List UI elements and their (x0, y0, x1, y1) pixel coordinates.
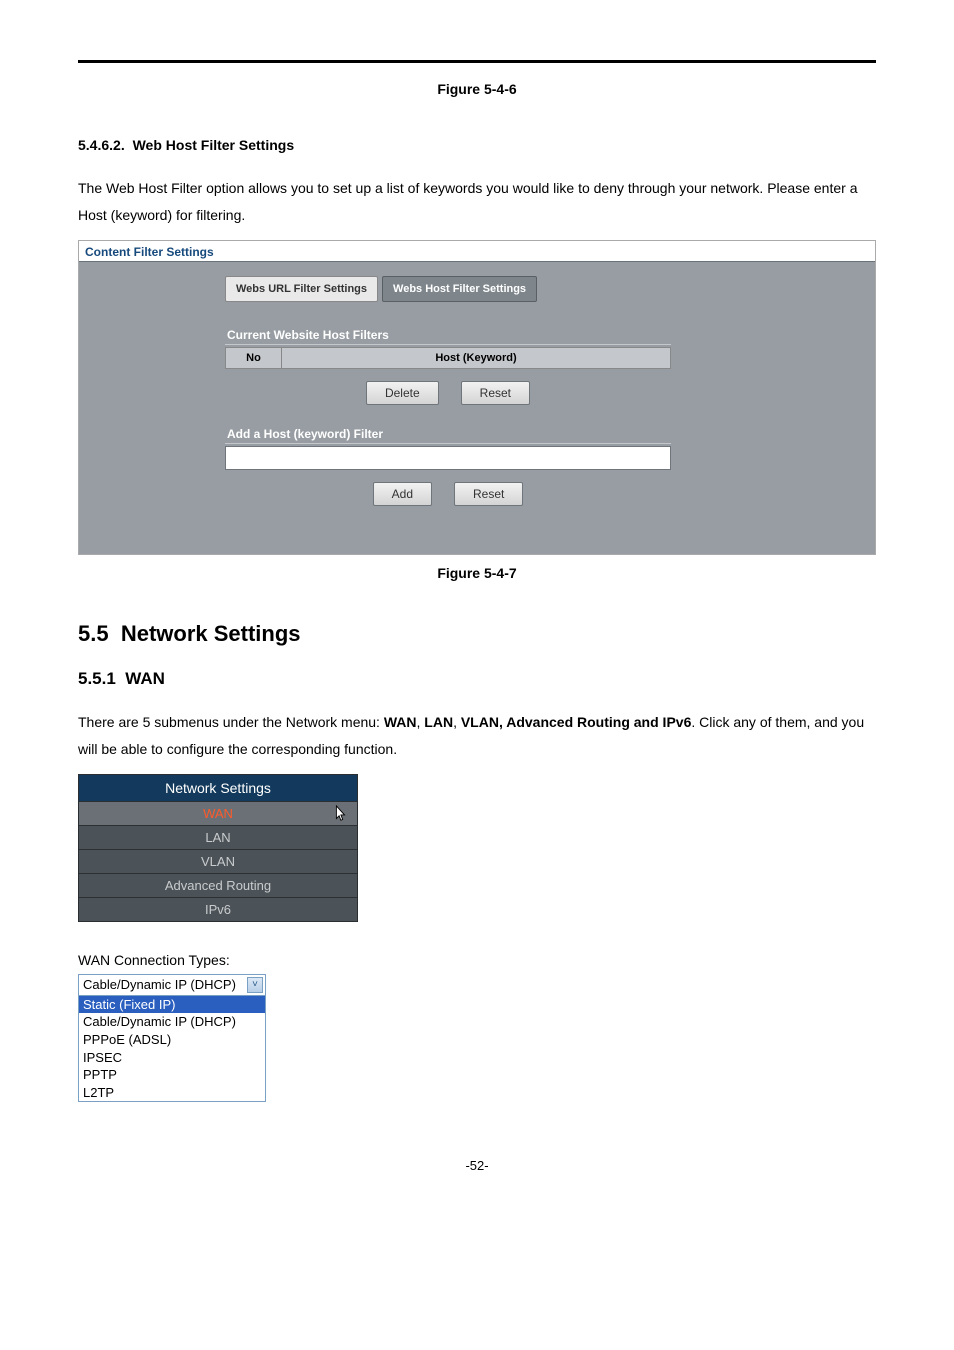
heading-5462-title: Web Host Filter Settings (133, 137, 295, 153)
menu-item-lan[interactable]: LAN (79, 825, 357, 849)
dropdown-option-pppoe[interactable]: PPPoE (ADSL) (79, 1031, 265, 1049)
dropdown-selected: Cable/Dynamic IP (DHCP) (83, 976, 236, 994)
content-filter-screenshot: Content Filter Settings Webs URL Filter … (78, 240, 876, 555)
current-host-filters-title: Current Website Host Filters (225, 328, 671, 345)
para-551-pre: There are 5 submenus under the Network m… (78, 714, 384, 730)
tab-url-filter[interactable]: Webs URL Filter Settings (225, 276, 378, 302)
wan-connection-types-label: WAN Connection Types: (78, 952, 876, 968)
add-button[interactable]: Add (373, 482, 432, 506)
bold-vlan-etc: VLAN, Advanced Routing and IPv6 (461, 714, 692, 730)
bold-lan: LAN (424, 714, 453, 730)
network-settings-header: Network Settings (79, 775, 357, 801)
heading-55-title: Network Settings (121, 621, 301, 646)
dropdown-option-pptp[interactable]: PPTP (79, 1066, 265, 1084)
network-settings-menu-screenshot: Network Settings WAN LAN VLAN Advanced R… (78, 774, 358, 922)
menu-item-wan-label: WAN (203, 806, 233, 821)
menu-item-vlan[interactable]: VLAN (79, 849, 357, 873)
menu-item-wan[interactable]: WAN (79, 801, 357, 825)
heading-551: 5.5.1 WAN (78, 669, 876, 689)
figure-caption-top: Figure 5-4-6 (78, 81, 876, 97)
table-col-host: Host (Keyword) (282, 348, 670, 368)
dropdown-option-ipsec[interactable]: IPSEC (79, 1049, 265, 1067)
dropdown-option-l2tp[interactable]: L2TP (79, 1084, 265, 1102)
menu-item-ipv6[interactable]: IPv6 (79, 897, 357, 921)
paragraph-551: There are 5 submenus under the Network m… (78, 709, 876, 762)
heading-55: 5.5 Network Settings (78, 621, 876, 647)
add-host-filter-title: Add a Host (keyword) Filter (225, 427, 671, 444)
delete-button[interactable]: Delete (366, 381, 439, 405)
heading-551-num: 5.5.1 (78, 669, 116, 688)
menu-item-advanced-routing[interactable]: Advanced Routing (79, 873, 357, 897)
host-keyword-input[interactable] (225, 446, 671, 470)
heading-5462-num: 5.4.6.2. (78, 137, 125, 153)
dropdown-option-dhcp[interactable]: Cable/Dynamic IP (DHCP) (79, 1013, 265, 1031)
reset-button-1[interactable]: Reset (461, 381, 530, 405)
table-col-no: No (226, 348, 282, 368)
figure-caption-mid: Figure 5-4-7 (78, 565, 876, 581)
wan-connection-dropdown[interactable]: Cable/Dynamic IP (DHCP) ˅ Static (Fixed … (78, 974, 266, 1102)
content-filter-label: Content Filter Settings (79, 241, 875, 262)
reset-button-2[interactable]: Reset (454, 482, 523, 506)
page-number: -52- (78, 1158, 876, 1173)
heading-55-num: 5.5 (78, 621, 109, 646)
dropdown-option-static[interactable]: Static (Fixed IP) (79, 996, 265, 1014)
tab-host-filter[interactable]: Webs Host Filter Settings (382, 276, 537, 302)
chevron-down-icon[interactable]: ˅ (247, 977, 263, 993)
heading-5462: 5.4.6.2. Web Host Filter Settings (78, 137, 876, 153)
cursor-icon (331, 804, 349, 824)
host-filter-table-header: No Host (Keyword) (225, 347, 671, 369)
bold-wan: WAN (384, 714, 417, 730)
paragraph-5462: The Web Host Filter option allows you to… (78, 175, 876, 228)
heading-551-title: WAN (125, 669, 165, 688)
